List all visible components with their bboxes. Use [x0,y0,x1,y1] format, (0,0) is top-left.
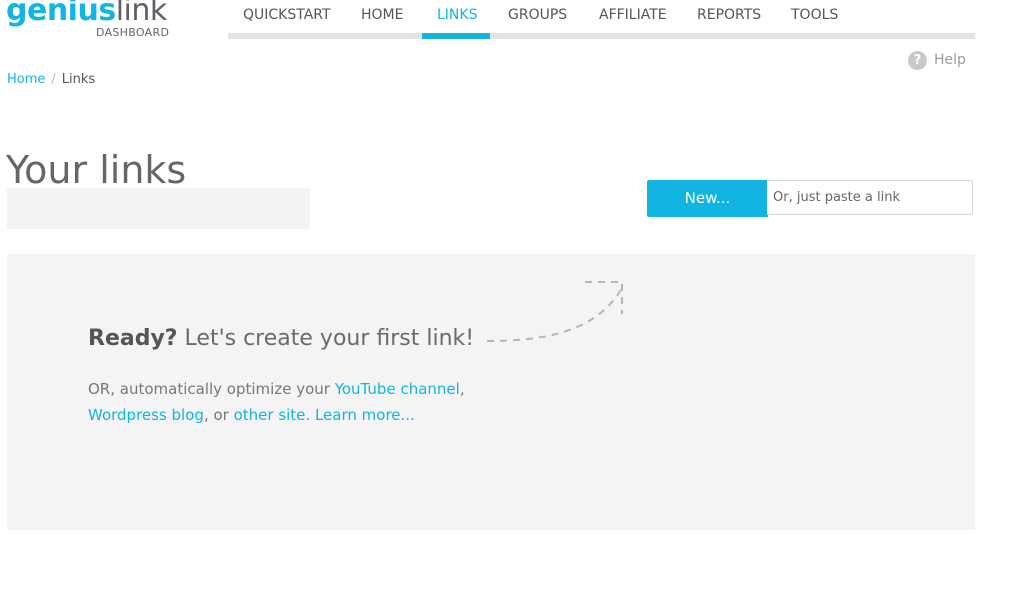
empty-state-description: OR, automatically optimize your YouTube … [88,376,508,428]
breadcrumb-current: Links [61,72,96,87]
search-filter-bar[interactable] [7,188,310,229]
or-prefix-text: OR, automatically optimize your [88,380,335,398]
nav-item-reports[interactable]: REPORTS [697,7,761,23]
empty-state-heading-bold: Ready? [88,326,178,351]
new-link-button[interactable]: New... [647,180,768,217]
learn-more-link[interactable]: Learn more... [315,406,415,424]
breadcrumb: Home / Links [7,72,95,87]
dashed-arrow-icon [487,281,623,342]
nav-item-quickstart[interactable]: QUICKSTART [243,7,331,23]
logo[interactable]: geniuslink DASHBOARD [6,0,169,39]
comma-text: , [459,380,465,398]
nav-item-groups[interactable]: GROUPS [508,7,567,23]
nav-item-home[interactable]: HOME [361,7,403,23]
nav-active-indicator [422,33,490,39]
paste-link-input[interactable] [767,180,973,215]
question-circle-icon: ? [908,50,927,70]
page-title: Your links [6,148,187,193]
other-site-link[interactable]: other site. [234,406,311,424]
nav-bar-track [228,33,975,39]
youtube-channel-link[interactable]: YouTube channel [335,380,460,398]
wordpress-blog-link[interactable]: Wordpress blog [88,406,204,424]
or-mid-text: , or [203,406,234,424]
main-nav: QUICKSTART HOME LINKS GROUPS AFFILIATE R… [228,0,975,40]
nav-item-affiliate[interactable]: AFFILIATE [599,7,667,23]
logo-subtitle: DASHBOARD [96,26,170,39]
nav-item-links[interactable]: LINKS [437,7,477,23]
breadcrumb-home[interactable]: Home [7,72,45,87]
logo-genius-text: genius [6,0,116,28]
empty-state-heading: Ready? Let's create your first link! [88,326,474,351]
help-link[interactable]: ? Help [908,50,966,70]
nav-item-tools[interactable]: TOOLS [791,7,838,23]
logo-link-text: link [115,0,168,28]
breadcrumb-separator: / [51,72,56,87]
empty-state-heading-rest: Let's create your first link! [177,326,475,351]
empty-state-panel: Ready? Let's create your first link! OR,… [7,254,975,530]
help-label: Help [934,52,966,68]
